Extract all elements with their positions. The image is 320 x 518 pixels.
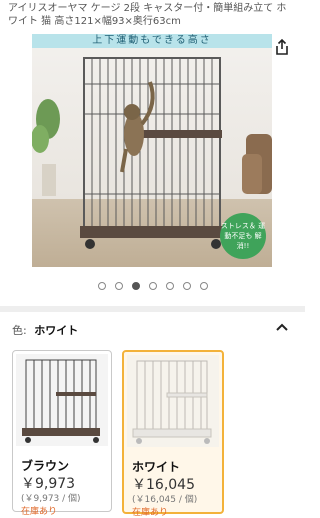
variation-header: 色: ホワイト <box>12 322 78 338</box>
product-title: アイリスオーヤマ ケージ 2段 キャスター付・簡単組み立て ホワイト 猫 高さ1… <box>8 3 287 27</box>
thumbnail-brown <box>16 354 108 446</box>
carousel-dot-active[interactable] <box>131 282 140 290</box>
option-price: ￥9,973 <box>21 476 76 492</box>
plant-illustration <box>32 99 60 196</box>
carousel-dot[interactable] <box>182 282 191 290</box>
chevron-up-icon[interactable] <box>275 320 289 334</box>
carousel-dot[interactable] <box>97 282 106 290</box>
option-price: ￥16,045 <box>132 477 195 493</box>
variation-option-brown[interactable]: ブラウン ￥9,973 (￥9,973 / 個) 在庫あり <box>12 350 112 517</box>
product-image[interactable]: 上下運動もできる高さ ストレス＆ 運動不足も 解消!! <box>32 34 272 267</box>
option-stock: 在庫あり <box>21 507 58 517</box>
option-unit-price: (￥16,045 / 個) <box>132 495 198 505</box>
variation-option-white[interactable]: ホワイト ￥16,045 (￥16,045 / 個) 在庫あり <box>122 350 224 518</box>
cage-illustration <box>80 57 226 249</box>
option-unit-price: (￥9,973 / 個) <box>21 494 81 504</box>
cage-white-thumbnail <box>132 360 212 444</box>
carousel-dot[interactable] <box>165 282 174 290</box>
image-banner: 上下運動もできる高さ <box>32 34 272 48</box>
option-name: ホワイト <box>132 460 181 474</box>
variation-selected: ホワイト <box>34 324 79 337</box>
carousel-dot[interactable] <box>148 282 157 290</box>
variation-label: 色: <box>12 324 27 337</box>
cage-brown-thumbnail <box>22 359 100 443</box>
stress-badge: ストレス＆ 運動不足も 解消!! <box>220 213 266 259</box>
thumbnail-white <box>127 355 219 447</box>
sofa-illustration <box>242 134 272 194</box>
carousel-dot[interactable] <box>114 282 123 290</box>
section-divider <box>0 306 305 312</box>
carousel-dot[interactable] <box>199 282 208 290</box>
share-icon[interactable] <box>273 38 291 56</box>
carousel-dots <box>0 282 305 290</box>
option-name: ブラウン <box>21 459 70 473</box>
